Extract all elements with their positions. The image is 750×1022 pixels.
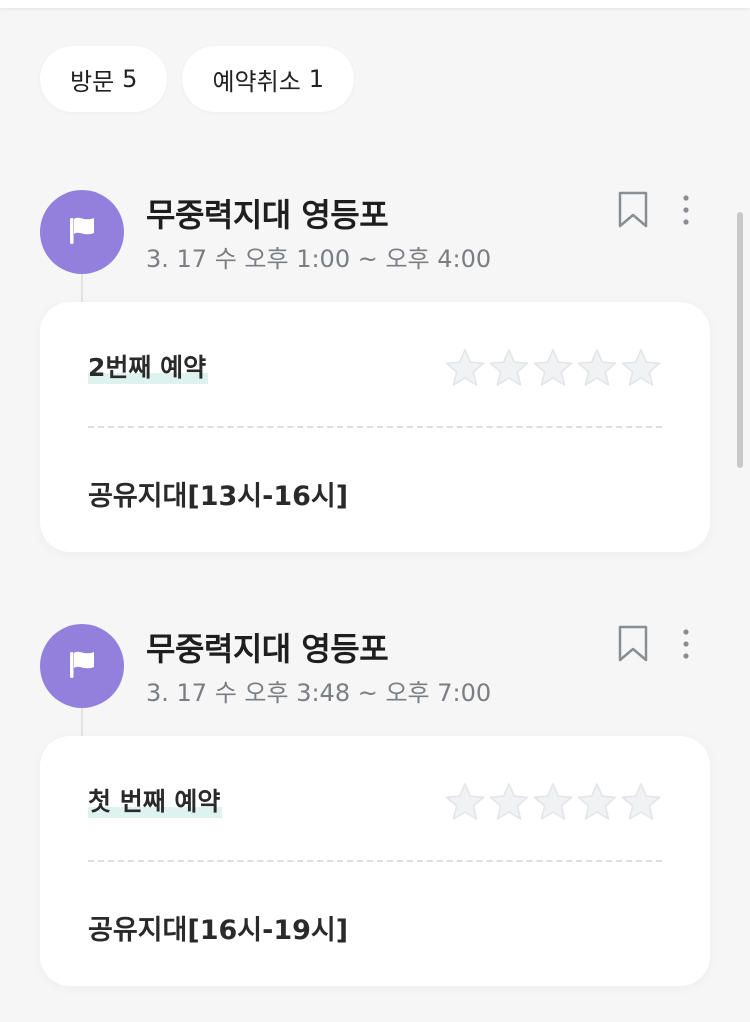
card-divider bbox=[88, 426, 662, 428]
reservation-card[interactable]: 첫 번째 예약 공유지대[16시-19시] bbox=[40, 736, 710, 986]
visit-time: 3. 17 수 오후 1:00 ~ 오후 4:00 bbox=[146, 245, 492, 273]
scrollbar[interactable] bbox=[737, 212, 743, 468]
reservation-card[interactable]: 2번째 예약 공유지대[13시-16시] bbox=[40, 302, 710, 552]
rating-stars bbox=[443, 780, 663, 824]
place-name[interactable]: 무중력지대 영등포 bbox=[146, 624, 389, 670]
rating-stars bbox=[443, 346, 663, 390]
filter-chip-visit[interactable]: 방문 5 bbox=[40, 46, 168, 112]
bookmark-icon bbox=[617, 625, 649, 667]
bookmark-icon bbox=[617, 191, 649, 233]
flag-icon bbox=[65, 647, 99, 685]
timeline-connector bbox=[81, 708, 83, 736]
more-vertical-icon bbox=[682, 628, 690, 664]
space-name: 공유지대[16시-19시] bbox=[88, 915, 349, 946]
star-icon[interactable] bbox=[487, 780, 531, 824]
filter-chip-label: 예약취소 bbox=[212, 67, 301, 96]
place-avatar bbox=[40, 624, 124, 708]
filter-chip-count: 1 bbox=[308, 65, 325, 93]
star-icon[interactable] bbox=[487, 346, 531, 390]
filter-chips: 방문 5 예약취소 1 bbox=[40, 46, 355, 112]
star-icon[interactable] bbox=[531, 780, 575, 824]
star-icon[interactable] bbox=[619, 346, 663, 390]
bookmark-button[interactable] bbox=[615, 191, 651, 233]
star-icon[interactable] bbox=[619, 780, 663, 824]
timeline-connector bbox=[81, 274, 83, 302]
place-name[interactable]: 무중력지대 영등포 bbox=[146, 190, 389, 236]
star-icon[interactable] bbox=[531, 346, 575, 390]
filter-chip-count: 5 bbox=[122, 65, 138, 93]
more-options-button[interactable] bbox=[672, 626, 700, 666]
more-vertical-icon bbox=[682, 194, 690, 230]
filter-chip-label: 방문 bbox=[70, 67, 115, 96]
bookmark-button[interactable] bbox=[615, 625, 651, 667]
card-divider bbox=[88, 860, 662, 862]
more-options-button[interactable] bbox=[672, 192, 700, 232]
filter-chip-cancel[interactable]: 예약취소 1 bbox=[182, 46, 355, 112]
star-icon[interactable] bbox=[443, 780, 487, 824]
star-icon[interactable] bbox=[575, 780, 619, 824]
top-bar bbox=[0, 0, 750, 8]
reservation-order-label: 첫 번째 예약 bbox=[88, 782, 223, 818]
space-name: 공유지대[13시-16시] bbox=[88, 481, 349, 512]
place-avatar bbox=[40, 190, 124, 274]
star-icon[interactable] bbox=[443, 346, 487, 390]
flag-icon bbox=[65, 213, 99, 251]
reservation-order-label: 2번째 예약 bbox=[88, 348, 209, 384]
star-icon[interactable] bbox=[575, 346, 619, 390]
visit-time: 3. 17 수 오후 3:48 ~ 오후 7:00 bbox=[146, 679, 492, 707]
